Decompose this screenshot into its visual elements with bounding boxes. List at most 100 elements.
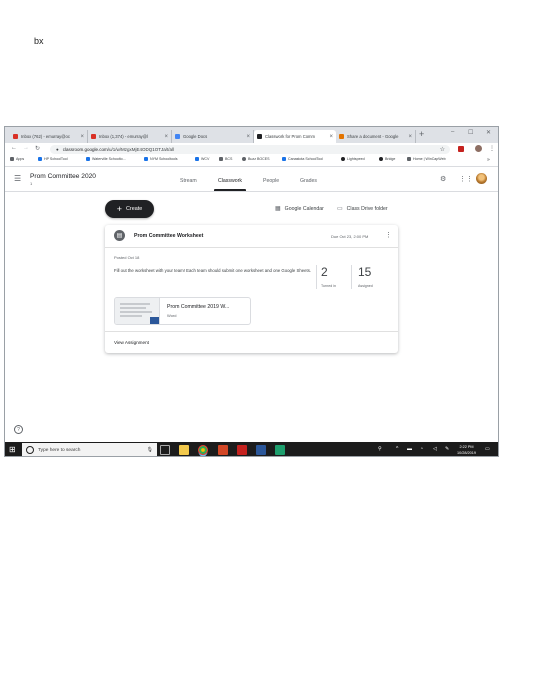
create-button[interactable]: + Create bbox=[105, 200, 154, 218]
apps-grid-icon[interactable]: ⋮⋮ bbox=[459, 175, 473, 183]
bookmark-item[interactable]: WCV bbox=[195, 157, 209, 161]
bookmark-icon bbox=[282, 157, 286, 161]
settings-gear-icon[interactable]: ⚙ bbox=[440, 175, 446, 183]
assigned-label: Assigned bbox=[358, 284, 373, 288]
browser-tab[interactable]: Google Docs × bbox=[172, 130, 254, 143]
plus-icon: + bbox=[116, 203, 123, 214]
browser-tab-active[interactable]: Classwork for Prom Comm × bbox=[254, 130, 336, 143]
profile-icon[interactable] bbox=[475, 145, 482, 152]
bookmarks-overflow-icon[interactable]: » bbox=[487, 157, 490, 163]
globe-icon bbox=[242, 157, 246, 161]
google-calendar-link[interactable]: ▦ Google Calendar bbox=[275, 205, 324, 213]
browser-tab[interactable]: Share a document - Google × bbox=[336, 130, 416, 143]
taskbar-clock[interactable]: 2:22 PM 10/28/2019 bbox=[457, 444, 476, 456]
tab-label: Inbox (762) - emurray@oc bbox=[21, 134, 70, 139]
close-icon[interactable]: × bbox=[246, 134, 250, 140]
maximize-icon[interactable]: ☐ bbox=[468, 129, 473, 136]
page-label: bx bbox=[34, 36, 44, 46]
battery-icon[interactable]: ▬ bbox=[407, 446, 412, 452]
turned-in-count[interactable]: 2 bbox=[321, 265, 328, 279]
notifications-icon[interactable]: ▭ bbox=[485, 446, 490, 452]
class-drive-folder-link[interactable]: ▭ Class Drive folder bbox=[337, 205, 388, 213]
tab-label: Google Docs bbox=[183, 134, 208, 139]
windows-start-icon[interactable]: ⊞ bbox=[9, 446, 17, 454]
url-path: /u/1/w/MzgxMjE4ODQ1OTJa/t/all bbox=[107, 147, 175, 152]
bookmark-item[interactable]: Waterville Schoolto... bbox=[86, 157, 126, 161]
bookmark-icon bbox=[144, 157, 148, 161]
bookmark-item[interactable]: BCS bbox=[219, 157, 232, 161]
new-tab-button[interactable]: + bbox=[419, 129, 424, 139]
bookmark-item[interactable]: Buzz BOCES bbox=[242, 157, 270, 161]
more-options-icon[interactable]: ⋮ bbox=[385, 231, 392, 239]
assignment-title[interactable]: Prom Committee Worksheet bbox=[134, 233, 203, 239]
hamburger-menu-icon[interactable]: ☰ bbox=[14, 174, 21, 183]
bookmark-item[interactable]: Home | WinCapWeb bbox=[407, 157, 446, 161]
pdf-extension-icon[interactable] bbox=[458, 146, 464, 152]
tab-classwork[interactable]: Classwork bbox=[214, 178, 246, 191]
acrobat-icon[interactable] bbox=[237, 445, 247, 455]
assignment-header[interactable]: ▤ Prom Committee Worksheet Due Oct 23, 2… bbox=[105, 225, 398, 248]
word-icon[interactable] bbox=[256, 445, 266, 455]
lightspeed-icon bbox=[341, 157, 345, 161]
assigned-count[interactable]: 15 bbox=[358, 265, 371, 279]
word-icon bbox=[150, 317, 159, 324]
docs-icon bbox=[175, 134, 180, 139]
due-date: Due Oct 23, 2:00 PM bbox=[331, 233, 369, 239]
bookmarks-bar: Apps HP SchoolTool Waterville Schoolto..… bbox=[5, 156, 498, 167]
bookmark-item[interactable]: Apps bbox=[10, 157, 24, 161]
bookmark-label: Buzz BOCES bbox=[248, 157, 270, 161]
close-icon[interactable]: × bbox=[80, 134, 84, 140]
chrome-icon[interactable] bbox=[198, 445, 208, 455]
browser-tab[interactable]: Inbox (762) - emurray@oc × bbox=[10, 130, 88, 143]
help-icon[interactable]: ? bbox=[14, 425, 23, 434]
tab-label: Classwork for Prom Comm bbox=[265, 134, 316, 139]
bookmark-label: Apps bbox=[16, 157, 25, 161]
tab-people[interactable]: People bbox=[263, 178, 279, 184]
bookmark-item[interactable]: NYM Schooltools bbox=[144, 157, 178, 161]
avatar[interactable] bbox=[476, 173, 487, 184]
bookmark-icon bbox=[407, 157, 411, 161]
browser-tab[interactable]: Inbox (1,374) - emurray@l × bbox=[88, 130, 172, 143]
card-footer: View Assignment bbox=[105, 331, 398, 354]
address-bar[interactable]: ● classroom.google.com /u/1/w/MzgxMjE4OD… bbox=[50, 145, 450, 154]
view-assignment-link[interactable]: View Assignment bbox=[114, 340, 149, 345]
star-icon[interactable]: ☆ bbox=[440, 146, 445, 153]
attachment-chip[interactable]: Prom Committee 2019 W... Word bbox=[114, 297, 251, 325]
minimize-icon[interactable]: – bbox=[451, 129, 454, 135]
drive-label: Class Drive folder bbox=[346, 205, 388, 212]
calendar-icon: ▦ bbox=[275, 206, 281, 212]
taskbar-search-input[interactable]: Type here to search 🎙 bbox=[22, 443, 157, 456]
browser-toolbar: ← → ↻ ● classroom.google.com /u/1/w/Mzgx… bbox=[5, 143, 498, 156]
powerpoint-icon[interactable] bbox=[218, 445, 228, 455]
assignment-card: ▤ Prom Committee Worksheet Due Oct 23, 2… bbox=[105, 225, 398, 353]
close-window-icon[interactable]: ✕ bbox=[486, 129, 491, 136]
menu-icon[interactable]: ⋮ bbox=[489, 145, 495, 152]
task-view-icon[interactable] bbox=[160, 445, 170, 455]
close-icon[interactable]: × bbox=[164, 134, 168, 140]
tab-grades[interactable]: Grades bbox=[300, 178, 317, 184]
forward-icon[interactable]: → bbox=[23, 145, 29, 151]
lock-icon: ● bbox=[56, 147, 59, 152]
class-section: 1 bbox=[30, 181, 33, 186]
back-icon[interactable]: ← bbox=[11, 145, 17, 151]
bridge-icon bbox=[379, 157, 383, 161]
pen-icon[interactable]: ✎ bbox=[445, 446, 449, 452]
people-icon[interactable]: ⚲ bbox=[378, 446, 382, 452]
bookmark-item[interactable]: Lightspeed bbox=[341, 157, 365, 161]
tray-chevron-icon[interactable]: ^ bbox=[396, 446, 398, 452]
bookmark-item[interactable]: Canastota SchoolTool bbox=[282, 157, 323, 161]
network-icon[interactable]: ◔ bbox=[420, 446, 423, 452]
tab-stream[interactable]: Stream bbox=[180, 178, 197, 184]
close-icon[interactable]: × bbox=[408, 134, 412, 140]
volume-icon[interactable]: ◁ bbox=[433, 446, 437, 452]
posted-date: Posted Oct 18 bbox=[114, 255, 140, 260]
close-icon[interactable]: × bbox=[329, 134, 333, 140]
microphone-icon[interactable]: 🎙 bbox=[147, 447, 153, 453]
bookmark-item[interactable]: Bridge bbox=[379, 157, 395, 161]
publisher-icon[interactable] bbox=[275, 445, 285, 455]
clock-date: 10/28/2019 bbox=[457, 451, 477, 455]
class-title[interactable]: Prom Committee 2020 bbox=[30, 173, 96, 180]
file-explorer-icon[interactable] bbox=[179, 445, 189, 455]
reload-icon[interactable]: ↻ bbox=[35, 145, 40, 152]
bookmark-item[interactable]: HP SchoolTool bbox=[38, 157, 68, 161]
